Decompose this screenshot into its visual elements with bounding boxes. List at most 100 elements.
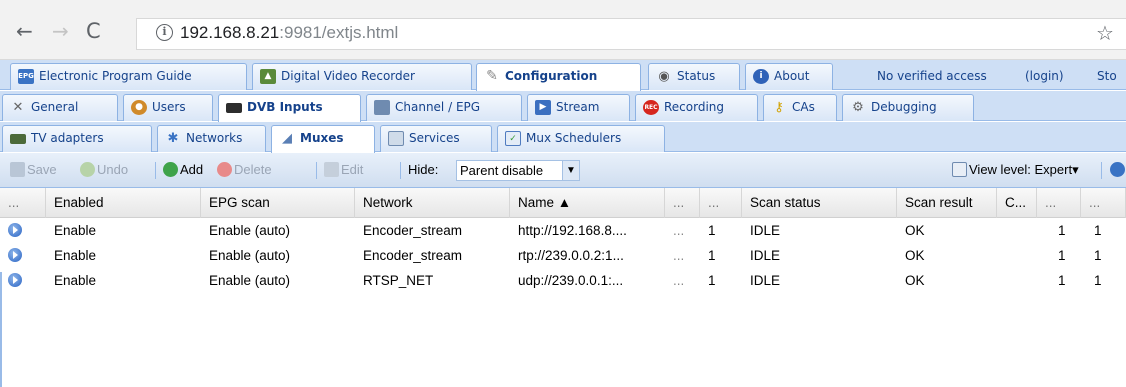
add-icon bbox=[163, 162, 178, 177]
reload-icon[interactable]: C bbox=[86, 19, 101, 43]
tab-networks[interactable]: ✱ Networks bbox=[157, 125, 266, 152]
delete-button[interactable]: Delete bbox=[217, 162, 272, 178]
cell-c bbox=[997, 218, 1037, 243]
save-icon bbox=[10, 162, 25, 177]
help-button[interactable] bbox=[1110, 162, 1126, 178]
column-header-hidden-1[interactable]: ... bbox=[665, 188, 700, 218]
tab-configuration[interactable]: ✎ Configuration bbox=[476, 63, 641, 91]
adapter-icon bbox=[10, 134, 26, 144]
cell-hidden-4: 1 bbox=[1094, 248, 1102, 263]
cell-epg-scan: Enable (auto) bbox=[209, 223, 291, 238]
panel-left-border bbox=[0, 272, 2, 387]
toolbar-separator bbox=[400, 162, 401, 179]
expand-row-icon[interactable] bbox=[8, 223, 22, 237]
toolbar-separator bbox=[1101, 162, 1102, 179]
calendar-icon: ✓ bbox=[505, 131, 521, 146]
undo-button[interactable]: Undo bbox=[80, 162, 128, 178]
view-level-button[interactable]: View level: Expert▾ bbox=[952, 162, 1079, 178]
cell-enabled: Enable bbox=[54, 248, 97, 263]
tab-dvr[interactable]: ▲ Digital Video Recorder bbox=[252, 63, 472, 90]
trailing-text: Sto bbox=[1097, 69, 1117, 83]
cell-name: udp://239.0.0.1:... bbox=[518, 273, 624, 288]
tvheadend-app: EPG Electronic Program Guide ▲ Digital V… bbox=[0, 60, 1126, 387]
users-icon: ● bbox=[131, 100, 147, 115]
cell-epg-scan: Enable (auto) bbox=[209, 248, 291, 263]
cell-hidden-2: 1 bbox=[708, 223, 716, 238]
column-header-enabled[interactable]: Enabled bbox=[46, 188, 201, 218]
column-header-scan-result[interactable]: Scan result bbox=[897, 188, 997, 218]
bookmark-star-icon[interactable]: ☆ bbox=[1096, 21, 1114, 45]
cell-hidden-2: 1 bbox=[708, 273, 716, 288]
table-row[interactable]: Enable Enable (auto) RTSP_NET udp://239.… bbox=[0, 268, 1126, 293]
chevron-down-icon[interactable]: ▼ bbox=[562, 161, 579, 180]
site-info-icon[interactable]: i bbox=[156, 24, 173, 41]
tab-channel-epg[interactable]: Channel / EPG bbox=[366, 94, 522, 121]
forward-arrow-icon[interactable]: → bbox=[52, 19, 69, 43]
grid-toolbar: Save Undo Add Delete Edit Hide: Parent d… bbox=[0, 153, 1126, 188]
tab-mux-schedulers[interactable]: ✓ Mux Schedulers bbox=[497, 125, 665, 152]
cell-hidden-3: 1 bbox=[1058, 273, 1066, 288]
tab-users[interactable]: ● Users bbox=[123, 94, 213, 121]
cell-enabled: Enable bbox=[54, 223, 97, 238]
back-arrow-icon[interactable]: ← bbox=[16, 19, 33, 43]
address-url[interactable]: 192.168.8.21:9981/extjs.html bbox=[180, 23, 398, 43]
tv-icon bbox=[374, 100, 390, 115]
tab-epg[interactable]: EPG Electronic Program Guide bbox=[10, 63, 247, 90]
cell-enabled: Enable bbox=[54, 273, 97, 288]
tab-status[interactable]: ◉ Status bbox=[648, 63, 740, 90]
cell-c bbox=[997, 243, 1037, 268]
tab-dvb-inputs[interactable]: DVB Inputs bbox=[218, 94, 361, 122]
cell-hidden-3: 1 bbox=[1058, 223, 1066, 238]
main-tabstrip: EPG Electronic Program Guide ▲ Digital V… bbox=[0, 60, 1126, 91]
cell-scan-result: OK bbox=[905, 248, 925, 263]
column-header-name[interactable]: Name ▲ bbox=[510, 188, 665, 218]
browser-toolbar: ← → C i 192.168.8.21:9981/extjs.html ☆ bbox=[0, 0, 1126, 60]
edit-button[interactable]: Edit bbox=[324, 162, 363, 178]
delete-icon bbox=[217, 162, 232, 177]
cell-epg-scan: Enable (auto) bbox=[209, 273, 291, 288]
save-button[interactable]: Save bbox=[10, 162, 57, 178]
dvb-tabstrip: TV adapters ✱ Networks ◢ Muxes Services … bbox=[0, 122, 1126, 153]
key-icon: ⚷ bbox=[774, 100, 784, 115]
view-level-icon bbox=[952, 162, 967, 177]
hide-label: Hide: bbox=[408, 162, 439, 177]
eye-icon: ◉ bbox=[658, 69, 670, 84]
hide-filter-select[interactable]: Parent disable ▼ bbox=[456, 160, 580, 181]
toolbar-separator bbox=[155, 162, 156, 179]
cell-scan-status: IDLE bbox=[750, 248, 781, 263]
column-header-hidden-3[interactable]: ... bbox=[1037, 188, 1081, 218]
table-row[interactable]: Enable Enable (auto) Encoder_stream http… bbox=[0, 218, 1126, 243]
tab-services[interactable]: Services bbox=[380, 125, 492, 152]
column-header-network[interactable]: Network bbox=[355, 188, 510, 218]
add-button[interactable]: Add bbox=[163, 162, 203, 178]
tab-general[interactable]: ✕ General bbox=[2, 94, 118, 121]
tab-recording[interactable]: REC Recording bbox=[635, 94, 758, 121]
tab-tv-adapters[interactable]: TV adapters bbox=[2, 125, 152, 152]
cell-scan-result: OK bbox=[905, 223, 925, 238]
tab-stream[interactable]: ▶ Stream bbox=[527, 94, 630, 121]
cell-hidden-3: 1 bbox=[1058, 248, 1066, 263]
tab-cas[interactable]: ⚷ CAs bbox=[763, 94, 837, 121]
tab-debugging[interactable]: ⚙ Debugging bbox=[842, 94, 974, 121]
cell-network: Encoder_stream bbox=[363, 248, 463, 263]
tools-icon: ✕ bbox=[12, 100, 24, 115]
help-icon bbox=[1110, 162, 1125, 177]
login-link[interactable]: (login) bbox=[1025, 69, 1064, 83]
card-icon bbox=[226, 103, 242, 113]
expand-row-icon[interactable] bbox=[8, 248, 22, 262]
cell-name: http://192.168.8.... bbox=[518, 223, 627, 238]
tab-muxes[interactable]: ◢ Muxes bbox=[271, 125, 375, 153]
column-header-hidden-2[interactable]: ... bbox=[700, 188, 742, 218]
undo-icon bbox=[80, 162, 95, 177]
table-row[interactable]: Enable Enable (auto) Encoder_stream rtp:… bbox=[0, 243, 1126, 268]
column-header-hidden-4[interactable]: ... bbox=[1081, 188, 1126, 218]
expand-row-icon[interactable] bbox=[8, 273, 22, 287]
cell-scan-status: IDLE bbox=[750, 223, 781, 238]
info-icon: i bbox=[753, 69, 769, 84]
tab-about[interactable]: i About bbox=[745, 63, 833, 90]
column-header-c[interactable]: C... bbox=[997, 188, 1037, 218]
cell-network: RTSP_NET bbox=[363, 273, 434, 288]
column-header-scan-status[interactable]: Scan status bbox=[742, 188, 897, 218]
column-header-expander[interactable]: ... bbox=[0, 188, 46, 218]
column-header-epg-scan[interactable]: EPG scan bbox=[201, 188, 355, 218]
